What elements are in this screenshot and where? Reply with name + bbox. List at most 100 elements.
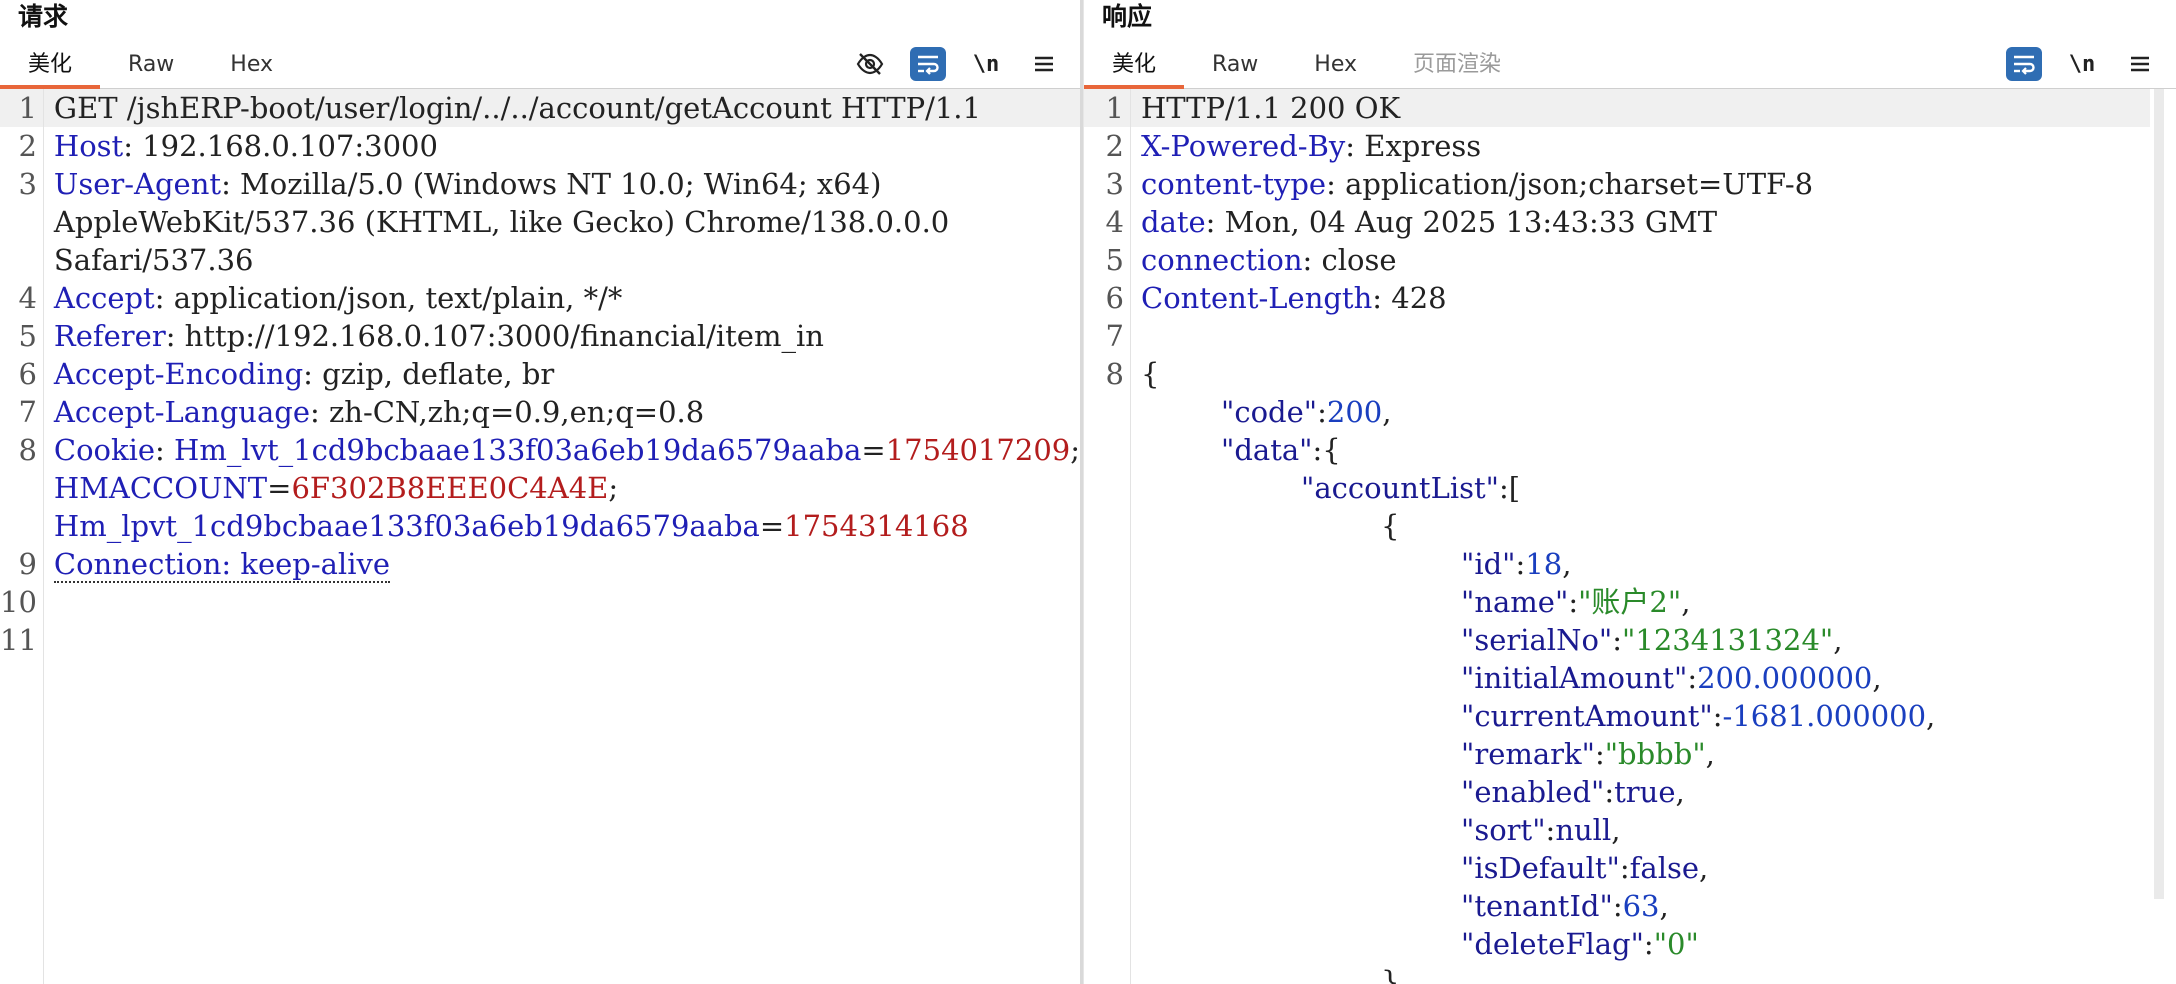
line-number bbox=[0, 241, 43, 279]
cookie-value: 1754017209 bbox=[885, 433, 1071, 467]
header-line[interactable]: X-Powered-By: Express bbox=[1131, 127, 2176, 165]
header-line[interactable]: date: Mon, 04 Aug 2025 13:43:33 GMT bbox=[1131, 203, 2176, 241]
json-line[interactable]: "isDefault":false, bbox=[1131, 849, 2176, 887]
header-line[interactable]: Accept-Encoding: gzip, deflate, br bbox=[44, 355, 1080, 393]
json-string: "1234131324" bbox=[1622, 623, 1834, 657]
json-line[interactable]: "name":"账户2", bbox=[1131, 583, 2176, 621]
header-key: Referer bbox=[53, 319, 166, 353]
json-line[interactable]: "tenantId":63, bbox=[1131, 887, 2176, 925]
tab-render[interactable]: 页面渲染 bbox=[1385, 40, 1529, 88]
hamburger-icon[interactable] bbox=[1026, 47, 1062, 81]
cookie-value: 1754314168 bbox=[784, 509, 969, 543]
response-editor[interactable]: 1 2 3 4 5 6 7 8 HTTP/1.1 200 OK X-Powere… bbox=[1084, 89, 2176, 984]
json-line[interactable]: "sort":null, bbox=[1131, 811, 2176, 849]
wrap-lines-icon[interactable] bbox=[2006, 47, 2042, 81]
vertical-scrollbar[interactable] bbox=[2154, 89, 2164, 899]
connection-header: Connection: keep-alive bbox=[53, 547, 391, 583]
request-code[interactable]: GET /jshERP-boot/user/login/../../accoun… bbox=[43, 89, 1080, 984]
request-line-text: GET /jshERP-boot/user/login/../../accoun… bbox=[53, 91, 981, 125]
json-line[interactable]: "code":200, bbox=[1131, 393, 2176, 431]
json-line[interactable]: "id":18, bbox=[1131, 545, 2176, 583]
status-line[interactable]: HTTP/1.1 200 OK bbox=[1131, 89, 2150, 127]
response-tabbar: 美化 Raw Hex 页面渲染 \n bbox=[1084, 40, 2176, 89]
tab-raw[interactable]: Raw bbox=[100, 40, 202, 88]
json-boolean: false bbox=[1629, 851, 1700, 885]
header-line[interactable]: content-type: application/json;charset=U… bbox=[1131, 165, 2176, 203]
cookie-name: Hm_lpvt_1cd9bcbaae133f03a6eb19da6579aaba bbox=[53, 509, 760, 543]
header-line[interactable]: Host: 192.168.0.107:3000 bbox=[44, 127, 1080, 165]
hamburger-icon[interactable] bbox=[2122, 47, 2158, 81]
wrap-lines-icon[interactable] bbox=[910, 47, 946, 81]
json-key: "code" bbox=[1221, 395, 1318, 429]
cookie-eq: = bbox=[759, 509, 785, 543]
json-key: "currentAmount" bbox=[1461, 699, 1713, 733]
empty-line[interactable] bbox=[44, 621, 1080, 659]
header-key: User-Agent bbox=[53, 167, 222, 201]
cookie-line[interactable]: Cookie: Hm_lvt_1cd9bcbaae133f03a6eb19da6… bbox=[44, 431, 1080, 469]
line-number: 11 bbox=[0, 623, 37, 657]
response-code[interactable]: HTTP/1.1 200 OK X-Powered-By: Express co… bbox=[1131, 89, 2176, 984]
header-key: Accept bbox=[53, 281, 155, 315]
line-number: 10 bbox=[0, 585, 37, 619]
cookie-sep: : bbox=[155, 433, 175, 467]
header-value: : zh-CN,zh;q=0.9,en;q=0.8 bbox=[310, 395, 705, 429]
json-line[interactable]: "currentAmount":-1681.000000, bbox=[1131, 697, 2176, 735]
json-line[interactable]: { bbox=[1131, 507, 2176, 545]
response-pane: 响应 美化 Raw Hex 页面渲染 \n 1 2 3 4 5 6 7 8 HT… bbox=[1083, 0, 2176, 984]
json-line[interactable]: "deleteFlag":"0" bbox=[1131, 925, 2176, 963]
header-key: Host bbox=[53, 129, 124, 163]
json-key: "accountList" bbox=[1301, 471, 1499, 505]
header-value: : Mon, 04 Aug 2025 13:43:33 GMT bbox=[1205, 205, 1718, 239]
line-number: 4 bbox=[1105, 205, 1124, 239]
tab-pretty[interactable]: 美化 bbox=[1084, 40, 1185, 89]
request-line[interactable]: GET /jshERP-boot/user/login/../../accoun… bbox=[43, 89, 1080, 127]
empty-line[interactable] bbox=[44, 583, 1080, 621]
header-line[interactable]: Referer: http://192.168.0.107:3000/finan… bbox=[44, 317, 1080, 355]
tab-raw[interactable]: Raw bbox=[1184, 40, 1286, 88]
json-bracket: :[ bbox=[1499, 471, 1521, 505]
json-null: null bbox=[1555, 813, 1612, 847]
cookie-line-wrap[interactable]: HMACCOUNT=6F302B8EEE0C4A4E; bbox=[44, 469, 1080, 507]
json-line[interactable]: "initialAmount":200.000000, bbox=[1131, 659, 2176, 697]
cookie-name: Hm_lvt_1cd9bcbaae133f03a6eb19da6579aaba bbox=[174, 433, 862, 467]
json-key: "tenantId" bbox=[1461, 889, 1613, 923]
json-line[interactable]: "accountList":[ bbox=[1131, 469, 2176, 507]
header-line-wrap[interactable]: AppleWebKit/537.36 (KHTML, like Gecko) C… bbox=[44, 203, 1080, 241]
json-number: 200 bbox=[1326, 395, 1383, 429]
json-line[interactable]: "remark":"bbbb", bbox=[1131, 735, 2176, 773]
tab-pretty[interactable]: 美化 bbox=[0, 40, 101, 89]
header-line[interactable]: Content-Length: 428 bbox=[1131, 279, 2176, 317]
tab-hex[interactable]: Hex bbox=[1286, 40, 1385, 88]
json-number: 63 bbox=[1622, 889, 1660, 923]
header-key: content-type bbox=[1141, 167, 1327, 201]
empty-line[interactable] bbox=[1131, 317, 2176, 355]
json-number: 200.000000 bbox=[1697, 661, 1873, 695]
line-number: 7 bbox=[1105, 319, 1124, 353]
header-key: connection bbox=[1141, 243, 1303, 277]
line-number: 1 bbox=[1084, 89, 1130, 127]
json-key: "sort" bbox=[1461, 813, 1546, 847]
cookie-value: 6F302B8EEE0C4A4E bbox=[291, 471, 609, 505]
header-line-wrap[interactable]: Safari/537.36 bbox=[44, 241, 1080, 279]
header-line[interactable]: connection: close bbox=[1131, 241, 2176, 279]
newline-toggle[interactable]: \n bbox=[968, 47, 1004, 81]
header-line[interactable]: Accept-Language: zh-CN,zh;q=0.9,en;q=0.8 bbox=[44, 393, 1080, 431]
tab-hex[interactable]: Hex bbox=[202, 40, 301, 88]
json-line[interactable]: { bbox=[1131, 355, 2176, 393]
header-line[interactable]: Connection: keep-alive bbox=[44, 545, 1080, 583]
header-line[interactable]: User-Agent: Mozilla/5.0 (Windows NT 10.0… bbox=[44, 165, 1080, 203]
eye-slash-icon[interactable] bbox=[852, 47, 888, 81]
newline-toggle[interactable]: \n bbox=[2064, 47, 2100, 81]
header-line[interactable]: Accept: application/json, text/plain, */… bbox=[44, 279, 1080, 317]
request-editor[interactable]: 1 2 3 4 5 6 7 8 9 10 11 GET /jshERP-boot… bbox=[0, 89, 1080, 984]
cookie-line-wrap[interactable]: Hm_lpvt_1cd9bcbaae133f03a6eb19da6579aaba… bbox=[44, 507, 1080, 545]
json-line[interactable]: } bbox=[1131, 963, 2176, 984]
json-line[interactable]: "data":{ bbox=[1131, 431, 2176, 469]
line-number: 8 bbox=[18, 433, 37, 467]
json-line[interactable]: "enabled":true, bbox=[1131, 773, 2176, 811]
json-line[interactable]: "serialNo":"1234131324", bbox=[1131, 621, 2176, 659]
line-number: 2 bbox=[18, 129, 37, 163]
json-string: "0" bbox=[1653, 927, 1699, 961]
line-number: 6 bbox=[1105, 281, 1124, 315]
line-number: 6 bbox=[18, 357, 37, 391]
